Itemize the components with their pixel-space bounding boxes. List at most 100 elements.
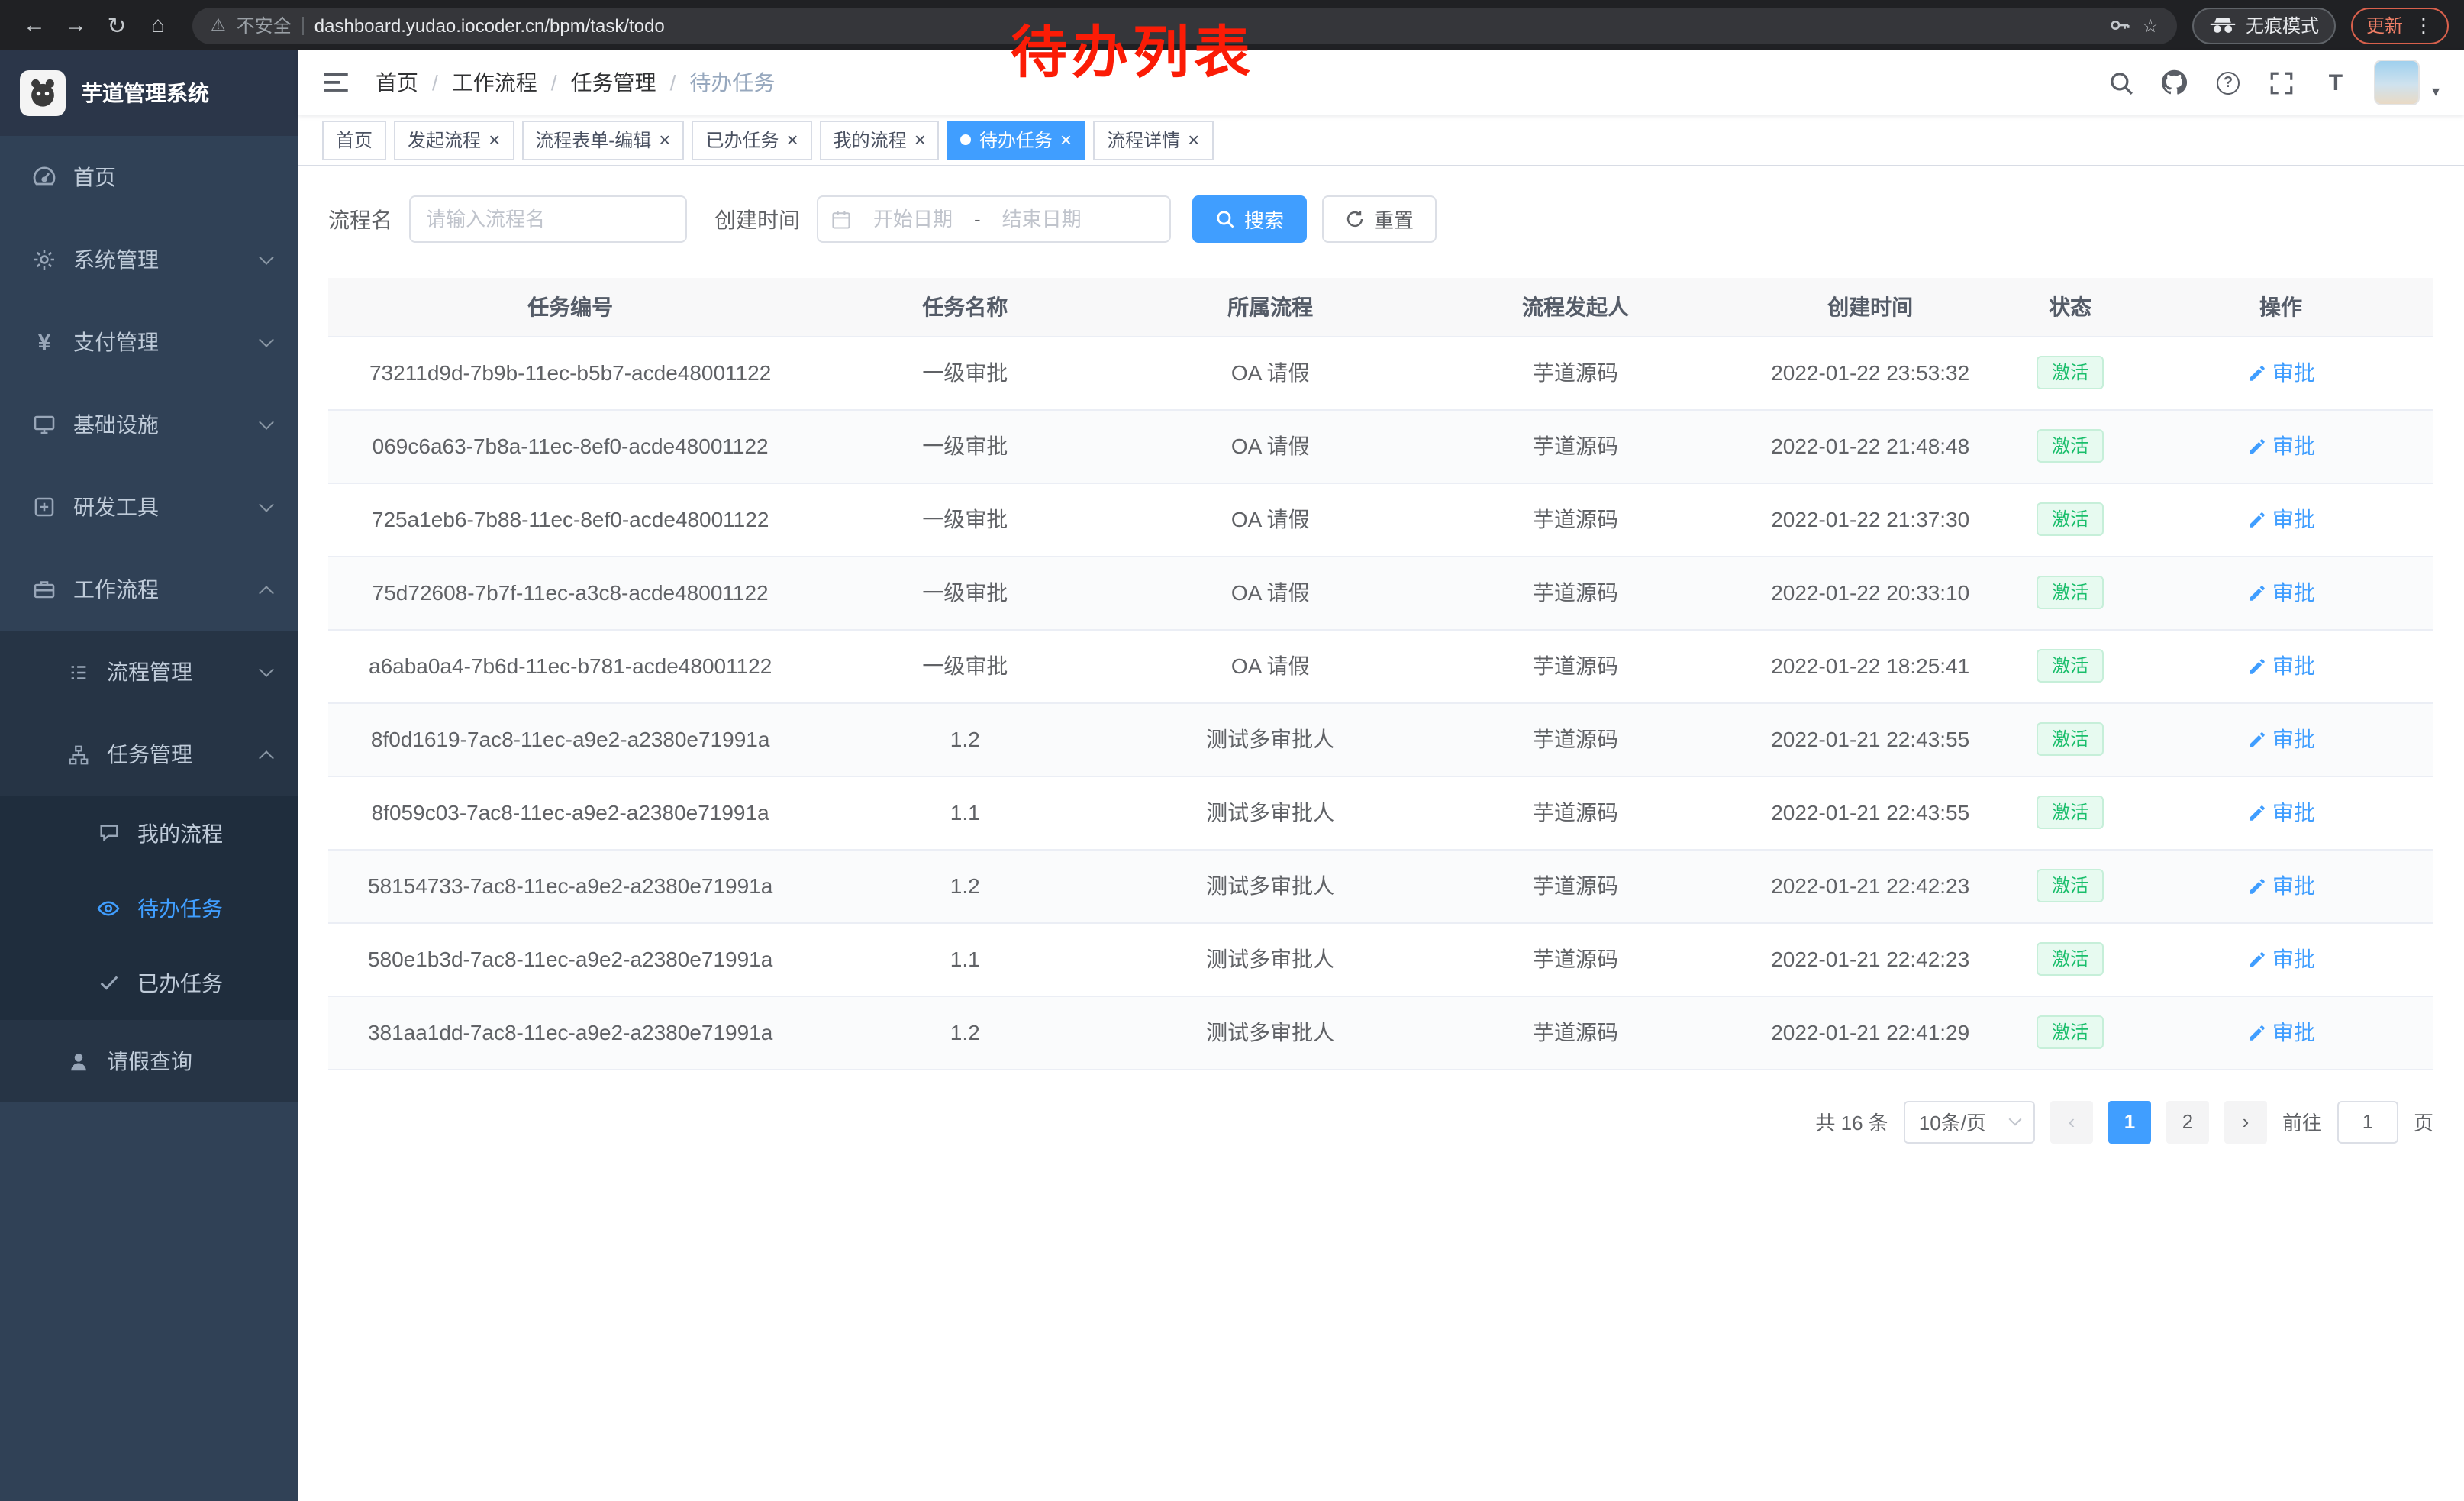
sidebar-item-system[interactable]: 系统管理: [0, 218, 298, 301]
sidebar-item-label: 已办任务: [137, 967, 223, 998]
close-icon[interactable]: ×: [1060, 130, 1072, 150]
collapse-menu-icon[interactable]: [322, 69, 353, 96]
approve-link[interactable]: 审批: [2246, 357, 2315, 388]
approve-link[interactable]: 审批: [2246, 1017, 2315, 1047]
avatar[interactable]: [2374, 60, 2420, 105]
list-icon: [64, 660, 92, 683]
breadcrumb-workflow[interactable]: 工作流程: [452, 67, 537, 98]
initiator-cell: 芋道源码: [1423, 849, 1728, 922]
key-icon[interactable]: [2108, 14, 2131, 37]
date-range-picker[interactable]: -: [817, 195, 1171, 243]
page-button-2[interactable]: 2: [2166, 1100, 2209, 1143]
dashboard-icon: [31, 165, 58, 189]
reset-button[interactable]: 重置: [1322, 195, 1437, 243]
approve-link[interactable]: 审批: [2246, 431, 2315, 461]
filter-form: 流程名 创建时间 - 搜索: [328, 195, 2433, 243]
created-time-cell: 2022-01-21 22:43:55: [1728, 702, 2012, 776]
task-id-cell: 381aa1dd-7ac8-11ec-a9e2-a2380e71991a: [328, 996, 812, 1069]
close-icon[interactable]: ×: [489, 130, 500, 150]
back-icon[interactable]: ←: [15, 12, 53, 38]
created-time-cell: 2022-01-21 22:43:55: [1728, 776, 2012, 849]
close-icon[interactable]: ×: [659, 130, 670, 150]
approve-link[interactable]: 审批: [2246, 797, 2315, 828]
sidebar-item-task-mgmt[interactable]: 任务管理: [0, 713, 298, 796]
home-icon[interactable]: ⌂: [139, 12, 177, 38]
tab-process-detail[interactable]: 流程详情×: [1093, 120, 1213, 160]
sidebar-item-payment[interactable]: ¥ 支付管理: [0, 301, 298, 383]
breadcrumb-task-mgmt[interactable]: 任务管理: [571, 67, 656, 98]
app-logo-row[interactable]: 芋道管理系统: [0, 50, 298, 136]
process-name-input[interactable]: [409, 195, 687, 243]
update-button[interactable]: 更新 ⋮: [2351, 7, 2449, 44]
bookmark-star-icon[interactable]: ☆: [2142, 15, 2159, 36]
status-badge: 激活: [2037, 868, 2104, 903]
task-id-cell: 58154733-7ac8-11ec-a9e2-a2380e71991a: [328, 849, 812, 922]
page-goto-input[interactable]: [2337, 1100, 2398, 1143]
avatar-caret-icon[interactable]: ▾: [2432, 84, 2440, 105]
status-badge: 激活: [2037, 721, 2104, 757]
approve-link[interactable]: 审批: [2246, 577, 2315, 608]
process-cell: 测试多审批人: [1118, 996, 1423, 1069]
chevron-up-icon: [259, 586, 274, 601]
created-time-cell: 2022-01-21 22:42:23: [1728, 849, 2012, 922]
font-size-icon[interactable]: T: [2320, 68, 2350, 97]
breadcrumb: 首页 / 工作流程 / 任务管理 / 待办任务: [376, 67, 775, 98]
sidebar-item-devtools[interactable]: 研发工具: [0, 466, 298, 548]
tab-todo-task[interactable]: 待办任务×: [947, 120, 1085, 160]
tab-start-process[interactable]: 发起流程×: [394, 120, 514, 160]
sidebar-item-infra[interactable]: 基础设施: [0, 383, 298, 466]
address-bar[interactable]: ⚠ 不安全 dashboard.yudao.iocoder.cn/bpm/tas…: [192, 7, 2177, 44]
app-shell: 芋道管理系统 首页 系统管理 ¥ 支付管理: [0, 50, 2464, 1501]
sidebar-item-done-task[interactable]: 已办任务: [0, 945, 298, 1020]
close-icon[interactable]: ×: [914, 130, 926, 150]
task-name-cell: 一级审批: [812, 556, 1118, 629]
forward-icon[interactable]: →: [56, 12, 95, 38]
approve-link[interactable]: 审批: [2246, 724, 2315, 754]
approve-link[interactable]: 审批: [2246, 870, 2315, 901]
sidebar-item-workflow[interactable]: 工作流程: [0, 548, 298, 631]
task-name-cell: 一级审批: [812, 336, 1118, 409]
approve-link[interactable]: 审批: [2246, 944, 2315, 974]
process-name-label: 流程名: [328, 204, 392, 234]
menu-dots-icon[interactable]: ⋮: [2414, 13, 2433, 37]
status-cell: 激活: [2012, 556, 2128, 629]
close-icon[interactable]: ×: [786, 130, 798, 150]
reload-icon[interactable]: ↻: [98, 11, 136, 39]
initiator-cell: 芋道源码: [1423, 336, 1728, 409]
tab-process-form-edit[interactable]: 流程表单-编辑×: [521, 120, 684, 160]
sidebar-item-todo-task[interactable]: 待办任务: [0, 870, 298, 945]
fullscreen-icon[interactable]: [2267, 68, 2296, 97]
action-cell: 审批: [2128, 336, 2433, 409]
sidebar-item-label: 请假查询: [107, 1046, 192, 1077]
page-button-1[interactable]: 1: [2108, 1100, 2151, 1143]
approve-link[interactable]: 审批: [2246, 650, 2315, 681]
close-icon[interactable]: ×: [1188, 130, 1199, 150]
page-size-select[interactable]: 10条/页: [1904, 1100, 2035, 1143]
status-cell: 激活: [2012, 336, 2128, 409]
edit-icon: [2246, 436, 2266, 456]
prev-page-button[interactable]: ‹: [2050, 1100, 2093, 1143]
app-title: 芋道管理系统: [81, 78, 209, 108]
help-icon[interactable]: ?: [2214, 68, 2243, 97]
status-badge: 激活: [2037, 795, 2104, 830]
search-button[interactable]: 搜索: [1192, 195, 1307, 243]
task-table-body: 73211d9d-7b9b-11ec-b5b7-acde48001122 一级审…: [328, 336, 2433, 1069]
approve-link[interactable]: 审批: [2246, 504, 2315, 534]
incognito-label: 无痕模式: [2246, 12, 2319, 38]
sidebar-item-leave-query[interactable]: 请假查询: [0, 1020, 298, 1102]
search-icon[interactable]: [2107, 68, 2136, 97]
start-date-input[interactable]: [855, 208, 971, 231]
sidebar-item-my-process[interactable]: 我的流程: [0, 796, 298, 870]
breadcrumb-home[interactable]: 首页: [376, 67, 418, 98]
tab-home[interactable]: 首页: [322, 120, 386, 160]
edit-icon: [2246, 802, 2266, 822]
tab-my-process[interactable]: 我的流程×: [820, 120, 940, 160]
sidebar-item-process-mgmt[interactable]: 流程管理: [0, 631, 298, 713]
action-cell: 审批: [2128, 556, 2433, 629]
next-page-button[interactable]: ›: [2224, 1100, 2267, 1143]
tab-done-task[interactable]: 已办任务×: [692, 120, 811, 160]
github-icon[interactable]: [2160, 68, 2189, 97]
security-label: 不安全: [237, 12, 292, 38]
end-date-input[interactable]: [984, 208, 1100, 231]
sidebar-item-home[interactable]: 首页: [0, 136, 298, 218]
